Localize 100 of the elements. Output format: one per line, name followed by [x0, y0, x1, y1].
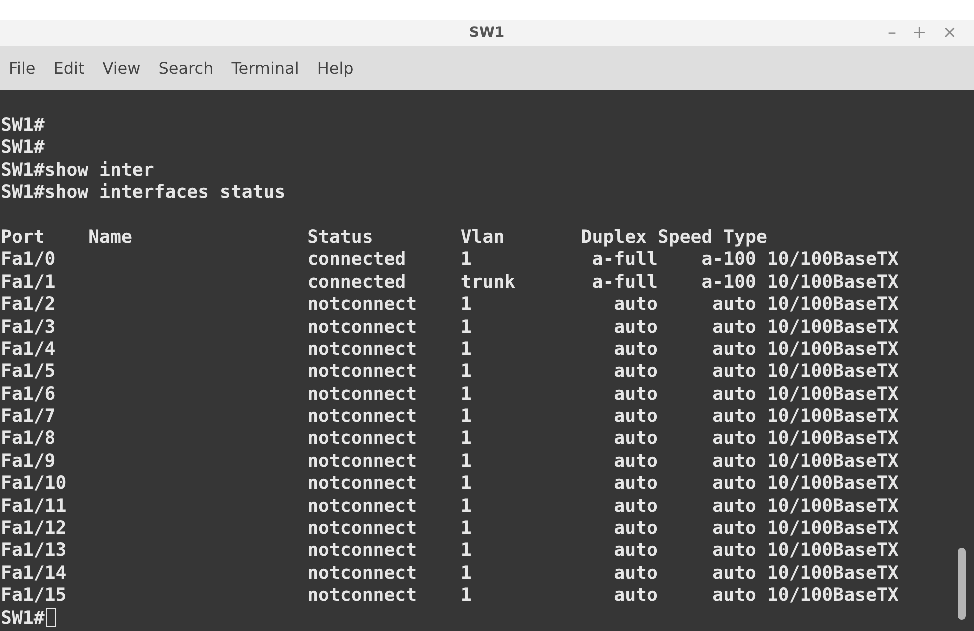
speed-cell-text: a-100: [700, 272, 756, 294]
port-cell-text: Fa1/8: [1, 428, 57, 451]
vlan-cell-text: 1: [460, 361, 473, 384]
vlan-cell-text: 1: [460, 518, 473, 540]
duplex-cell-text: auto: [613, 384, 658, 406]
port-cell-text: Fa1/0: [1, 249, 57, 272]
vlan-cell-text: 1: [460, 473, 473, 496]
status-cell-text: notconnect: [308, 338, 418, 362]
menu-item[interactable]: File: [0, 53, 45, 83]
type-cell: 10/100BaseTX: [767, 384, 899, 406]
vlan-cell-text: 1: [460, 384, 473, 406]
port-cell-text: Fa1/15: [1, 585, 68, 608]
vlan-cell-text: 1: [460, 316, 473, 339]
type-cell: 10/100BaseTX: [767, 540, 899, 563]
status-cell-text: notconnect: [308, 518, 418, 540]
duplex-cell-text: auto: [613, 562, 658, 586]
duplex-cell-text: auto: [613, 585, 658, 608]
status-cell-text: notconnect: [308, 361, 418, 384]
port-cell-text: Fa1/11: [1, 496, 68, 518]
menu-item[interactable]: Terminal: [222, 53, 308, 83]
terminal-line: SW1#: [1, 115, 45, 138]
status-cell-text: notconnect: [308, 473, 418, 496]
terminal-line: SW1#show interfaces status: [1, 182, 286, 205]
type-cell: 10/100BaseTX: [767, 496, 899, 518]
type-cell: 10/100BaseTX: [767, 428, 899, 451]
port-cell-text: Fa1/5: [1, 361, 57, 384]
speed-cell-text: auto: [712, 518, 756, 540]
terminal-line: SW1#: [1, 137, 45, 160]
column-header: Name: [88, 226, 132, 250]
port-cell-text: Fa1/1: [1, 272, 57, 294]
type-cell: 10/100BaseTX: [767, 294, 899, 317]
vlan-cell-text: 1: [460, 562, 473, 586]
vlan-cell-text: 1: [460, 406, 473, 428]
duplex-cell-text: auto: [613, 428, 658, 451]
duplex-cell-text: a-full: [591, 249, 658, 272]
port-cell-text: Fa1/2: [1, 294, 57, 317]
vlan-cell-text: 1: [460, 294, 473, 317]
type-cell: 10/100BaseTX: [767, 272, 899, 294]
duplex-cell-text: auto: [613, 294, 658, 317]
status-cell-text: notconnect: [308, 428, 418, 451]
status-cell-text: connected: [308, 249, 408, 272]
port-cell-text: Fa1/14: [1, 562, 68, 586]
speed-cell-text: auto: [712, 316, 756, 339]
type-cell: 10/100BaseTX: [767, 406, 899, 428]
menu-item[interactable]: Help: [308, 53, 363, 83]
vlan-cell-text: 1: [460, 496, 473, 518]
vlan-cell-text: 1: [460, 249, 473, 272]
duplex-cell-text: auto: [613, 518, 658, 540]
column-header: Type: [724, 226, 768, 250]
vlan-cell-text: 1: [460, 540, 473, 563]
speed-cell-text: auto: [712, 450, 756, 474]
speed-cell-text: auto: [712, 294, 756, 317]
status-cell-text: notconnect: [308, 450, 418, 474]
speed-cell-text: auto: [712, 562, 756, 586]
status-cell-text: notconnect: [308, 562, 418, 586]
terminal-line: SW1#show inter: [1, 160, 154, 182]
menu-item[interactable]: Search: [150, 53, 223, 83]
vlan-cell-text: 1: [460, 428, 473, 451]
status-cell-text: notconnect: [308, 540, 418, 563]
prompt-text: SW1#: [1, 608, 45, 630]
type-cell: 10/100BaseTX: [767, 518, 899, 540]
menu-item[interactable]: Edit: [44, 53, 94, 83]
port-cell-text: Fa1/6: [1, 384, 57, 406]
status-cell-text: notconnect: [308, 384, 418, 406]
vlan-cell-text: trunk: [460, 272, 517, 294]
scrollbar[interactable]: [958, 548, 966, 620]
status-cell-text: notconnect: [308, 585, 418, 608]
port-cell-text: Fa1/9: [1, 450, 57, 474]
status-cell-text: notconnect: [308, 294, 418, 317]
speed-cell-text: a-100: [700, 249, 756, 272]
type-cell: 10/100BaseTX: [767, 361, 899, 384]
column-header: Port: [1, 226, 45, 250]
port-cell-text: Fa1/12: [1, 518, 68, 540]
vlan-cell-text: 1: [460, 585, 473, 608]
speed-cell-text: auto: [712, 540, 756, 563]
window-title: SW1: [469, 25, 505, 41]
vlan-cell-text: 1: [460, 450, 473, 474]
type-cell: 10/100BaseTX: [767, 473, 899, 496]
duplex-cell-text: auto: [613, 361, 658, 384]
text-cursor: [46, 608, 56, 627]
speed-cell-text: auto: [712, 384, 756, 406]
duplex-cell-text: a-full: [591, 272, 658, 294]
column-header: Speed: [658, 226, 713, 250]
speed-cell-text: auto: [712, 428, 756, 451]
port-cell-text: Fa1/7: [1, 406, 57, 428]
type-cell: 10/100BaseTX: [767, 450, 899, 474]
status-cell-text: connected: [308, 272, 408, 294]
duplex-cell-text: auto: [613, 540, 658, 563]
speed-cell-text: auto: [712, 496, 756, 518]
menu-item[interactable]: View: [94, 53, 150, 83]
duplex-cell-text: auto: [613, 338, 658, 362]
duplex-cell-text: auto: [613, 450, 658, 474]
speed-cell-text: auto: [712, 473, 756, 496]
type-cell: 10/100BaseTX: [767, 585, 899, 608]
status-cell-text: notconnect: [308, 496, 418, 518]
status-cell-text: notconnect: [308, 406, 418, 428]
type-cell: 10/100BaseTX: [767, 338, 899, 362]
duplex-cell-text: auto: [613, 496, 658, 518]
status-cell-text: notconnect: [308, 316, 418, 339]
port-cell-text: Fa1/13: [1, 540, 68, 563]
